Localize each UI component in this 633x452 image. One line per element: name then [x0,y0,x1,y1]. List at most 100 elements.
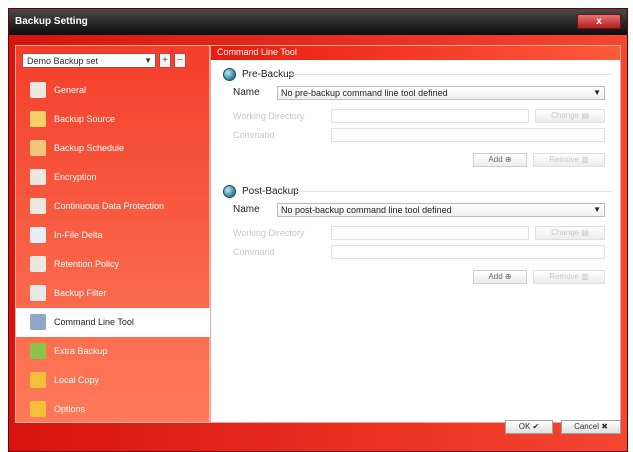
post-add-label: Add [488,272,503,281]
window-frame: Demo Backup set ▼ + − General Backup Sour… [9,35,627,451]
pre-name-value: No pre-backup command line tool defined [281,88,448,98]
group-divider [295,191,612,192]
add-icon: ⊕ [504,272,512,281]
settings-nav: General Backup Source Backup Schedule Encry… [16,76,217,424]
sidebar-item-local-copy[interactable]: Local Copy [16,366,209,395]
cdp-icon [30,198,46,214]
sidebar-item-label: Continuous Data Protection [54,201,165,211]
post-change-button[interactable]: Change ▤ [535,226,605,240]
post-remove-label: Remove [549,272,579,281]
sidebar-item-backup-filter[interactable]: Backup Filter [16,279,209,308]
schedule-icon [30,140,46,156]
panel-title: Command Line Tool [211,46,620,60]
sidebar-item-label: Extra Backup [54,346,108,356]
extra-backup-icon [30,343,46,359]
post-name-value: No post-backup command line tool defined [281,205,452,215]
sidebar-item-label: Options [54,404,86,414]
sidebar-item-label: Encryption [54,172,97,182]
options-icon [30,401,46,417]
filter-icon [30,285,46,301]
backup-set-value: Demo Backup set [27,56,99,66]
sidebar-item-backup-schedule[interactable]: Backup Schedule [16,134,209,163]
post-remove-button[interactable]: Remove ▥ [533,270,605,284]
post-backup-title: Post-Backup [223,185,299,198]
add-icon: ⊕ [504,155,512,164]
sidebar-item-label: In-File Delta [54,230,103,240]
sidebar-item-retention-policy[interactable]: Retention Policy [16,250,209,279]
post-command-label: Command [233,247,275,257]
post-working-dir-label: Working Directory [233,228,305,238]
backup-set-select[interactable]: Demo Backup set ▼ [22,53,156,68]
trash-icon: ▥ [581,272,589,281]
group-divider [289,74,612,75]
sidebar-item-label: Retention Policy [54,259,120,269]
post-name-label: Name [233,204,260,215]
check-icon: ✔ [532,422,540,431]
sidebar: Demo Backup set ▼ + − General Backup Sour… [15,45,217,424]
folder-icon: ▤ [581,111,589,120]
post-change-label: Change [551,228,580,237]
content-panel: Command Line Tool Pre-Backup Name No pre… [210,45,621,423]
sidebar-item-general[interactable]: General [16,76,209,105]
pre-backup-title-text: Pre-Backup [242,69,295,80]
trash-icon: ▥ [581,155,589,164]
ok-label: OK [518,422,531,431]
retention-icon [30,256,46,272]
sidebar-item-label: General [54,85,87,95]
remove-backup-set-button[interactable]: − [174,53,186,68]
pre-command-label: Command [233,130,275,140]
pre-working-dir-label: Working Directory [233,111,305,121]
chevron-down-icon: ▼ [144,56,152,65]
sidebar-item-continuous-data-protection[interactable]: Continuous Data Protection [16,192,209,221]
ok-button[interactable]: OK ✔ [505,420,553,434]
backup-setting-window: Backup Setting x Demo Backup set ▼ + − G… [8,8,628,452]
post-name-select[interactable]: No post-backup command line tool defined… [277,203,605,217]
sidebar-item-backup-source[interactable]: Backup Source [16,105,209,134]
chevron-down-icon: ▼ [593,88,601,97]
window-title: Backup Setting [15,16,88,27]
globe-icon [223,68,236,81]
command-line-icon [30,314,46,330]
pre-change-button[interactable]: Change ▤ [535,109,605,123]
post-backup-title-text: Post-Backup [242,186,299,197]
sidebar-item-label: Command Line Tool [54,317,134,327]
sidebar-item-label: Backup Filter [54,288,107,298]
pre-remove-label: Remove [549,155,579,164]
minus-icon: − [177,55,183,66]
cancel-label: Cancel [574,422,599,431]
pre-name-label: Name [233,87,260,98]
pre-remove-button[interactable]: Remove ▥ [533,153,605,167]
folder-icon [30,111,46,127]
sidebar-item-command-line-tool[interactable]: Command Line Tool [16,308,217,337]
pre-add-button[interactable]: Add ⊕ [473,153,527,167]
pre-add-label: Add [488,155,503,164]
globe-icon [223,185,236,198]
sidebar-item-in-file-delta[interactable]: In-File Delta [16,221,209,250]
local-copy-icon [30,372,46,388]
cancel-button[interactable]: Cancel ✖ [561,420,621,434]
plus-icon: + [162,55,168,66]
sidebar-item-encryption[interactable]: Encryption [16,163,209,192]
pre-name-select[interactable]: No pre-backup command line tool defined … [277,86,605,100]
chevron-down-icon: ▼ [593,205,601,214]
pre-backup-title: Pre-Backup [223,68,294,81]
sidebar-item-label: Backup Source [54,114,116,124]
post-add-button[interactable]: Add ⊕ [473,270,527,284]
add-backup-set-button[interactable]: + [159,53,171,68]
post-command-input[interactable] [331,245,605,259]
encryption-icon [30,169,46,185]
sidebar-item-label: Local Copy [54,375,100,385]
close-button[interactable]: x [577,14,621,29]
pre-command-input[interactable] [331,128,605,142]
sidebar-item-extra-backup[interactable]: Extra Backup [16,337,209,366]
pre-change-label: Change [551,111,580,120]
sidebar-item-label: Backup Schedule [54,143,125,153]
post-working-dir-input[interactable] [331,226,529,240]
close-icon: x [596,16,602,27]
title-bar: Backup Setting x [9,9,627,35]
pre-working-dir-input[interactable] [331,109,529,123]
general-icon [30,82,46,98]
sidebar-item-options[interactable]: Options [16,395,209,424]
delta-icon [30,227,46,243]
cancel-icon: ✖ [601,422,608,431]
